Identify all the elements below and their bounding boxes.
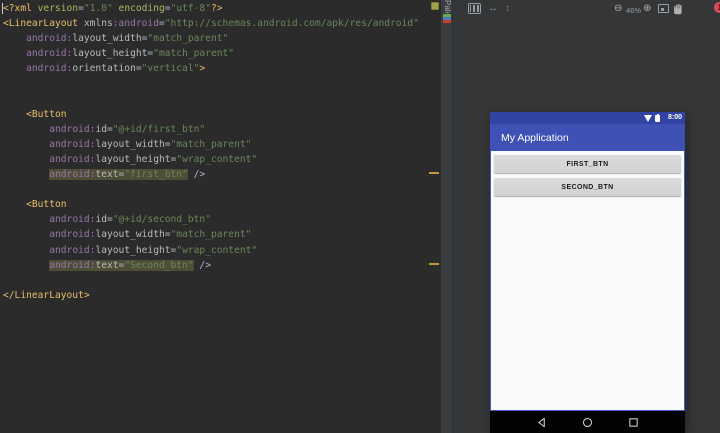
palette-tab[interactable]: Palette — [442, 0, 452, 13]
layout-content[interactable]: FIRST_BTN SECOND_BTN — [490, 151, 685, 411]
code-line[interactable]: android:id="@+id/second_btn" — [3, 212, 429, 227]
zoom-in-icon[interactable]: ⊕ — [643, 2, 651, 15]
palette-icon[interactable] — [443, 14, 451, 23]
code-line[interactable]: android:layout_height="wrap_content" — [3, 152, 429, 167]
text-caret — [2, 3, 3, 14]
code-line[interactable]: android:layout_height="match_parent" — [3, 46, 429, 61]
code-line[interactable]: <LinearLayout xmlns:android="http://sche… — [3, 16, 429, 31]
preview-panel: Palette ↔ ↕ ⊖ 46% ⊕ 1 8:00 My Applicatio… — [441, 0, 720, 433]
inspection-status-icon[interactable] — [431, 2, 439, 10]
status-time: 8:00 — [667, 114, 682, 121]
android-status-bar: 8:00 — [490, 112, 685, 124]
fit-to-screen-icon[interactable] — [658, 4, 669, 13]
code-line[interactable] — [3, 76, 429, 91]
zoom-out-icon[interactable]: ⊖ — [614, 2, 622, 15]
app-title: My Application — [501, 131, 569, 144]
app-bar: My Application — [490, 124, 685, 151]
code-line[interactable] — [3, 92, 429, 107]
xml-editor[interactable]: <?xml version="1.0" encoding="utf-8"?> <L… — [0, 0, 441, 433]
zoom-level: 46% — [626, 6, 642, 15]
recents-icon — [628, 417, 639, 428]
view-mode-icon[interactable] — [468, 3, 481, 14]
code-line[interactable]: </LinearLayout> — [3, 288, 429, 303]
code-line[interactable]: <?xml version="1.0" encoding="utf-8"?> — [3, 1, 429, 16]
scrollbar-occurrence-mark[interactable] — [429, 263, 439, 265]
error-notification-badge[interactable]: 1 — [714, 2, 720, 13]
code-line[interactable]: android:id="@+id/first_btn" — [3, 122, 429, 137]
scrollbar-occurrence-mark[interactable] — [429, 172, 439, 174]
preview-second-btn[interactable]: SECOND_BTN — [494, 178, 681, 196]
pan-hand-icon[interactable] — [673, 3, 683, 19]
preview-toolbar: ↔ ↕ ⊖ 46% ⊕ 1 — [454, 0, 720, 18]
code-line[interactable]: android:layout_width="match_parent" — [3, 227, 429, 242]
code-line[interactable]: <Button — [3, 197, 429, 212]
wifi-icon — [644, 115, 652, 122]
back-icon — [536, 417, 547, 428]
code-line[interactable]: android:text="first_btn" /> — [3, 167, 429, 182]
home-icon — [582, 417, 593, 428]
vertical-resize-icon[interactable]: ↕ — [505, 2, 510, 15]
battery-icon — [655, 114, 660, 122]
code-line[interactable]: <Button — [3, 107, 429, 122]
code-line[interactable] — [3, 182, 429, 197]
android-nav-bar — [490, 411, 685, 433]
horizontal-resize-icon[interactable]: ↔ — [488, 2, 498, 15]
code-line[interactable] — [3, 273, 429, 288]
device-preview[interactable]: 8:00 My Application FIRST_BTN SECOND_BTN — [490, 112, 685, 433]
tool-window-stripe: Palette — [441, 0, 453, 433]
code-lines[interactable]: <?xml version="1.0" encoding="utf-8"?> <L… — [3, 1, 429, 303]
code-line[interactable]: android:text="Second_btn" /> — [3, 258, 429, 273]
code-line[interactable]: android:orientation="vertical"> — [3, 61, 429, 76]
code-line[interactable]: android:layout_height="wrap_content" — [3, 243, 429, 258]
code-line[interactable]: android:layout_width="match_parent" — [3, 31, 429, 46]
code-line[interactable]: android:layout_width="match_parent" — [3, 137, 429, 152]
preview-first-btn[interactable]: FIRST_BTN — [494, 155, 681, 173]
